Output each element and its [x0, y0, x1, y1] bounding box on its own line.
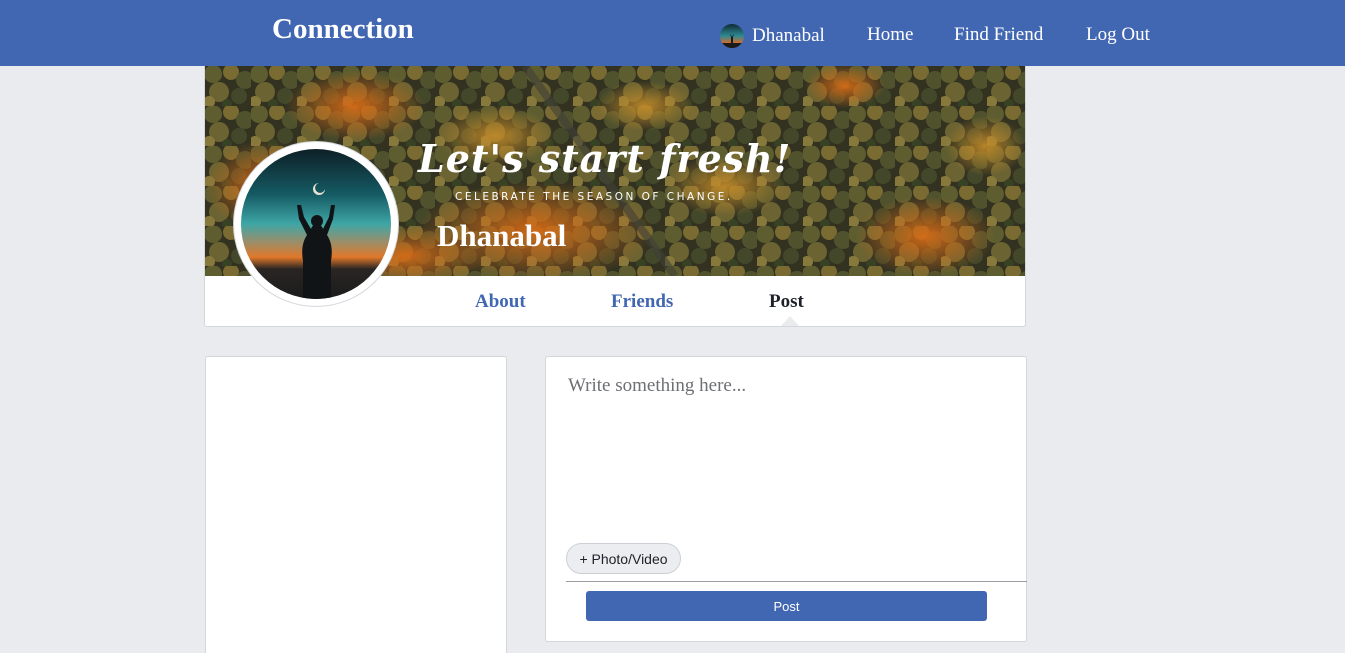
nav-profile-link[interactable]: Dhanabal [720, 24, 825, 48]
tab-about[interactable]: About [475, 291, 526, 313]
tab-friends[interactable]: Friends [611, 291, 673, 313]
cover-title: Let's start fresh! [418, 136, 792, 181]
add-photo-video-button[interactable]: + Photo/Video [566, 543, 681, 574]
nav-find-friend-link[interactable]: Find Friend [954, 24, 1043, 46]
profile-name: Dhanabal [437, 218, 567, 253]
brand-logo[interactable]: Connection [272, 13, 414, 46]
profile-header-card: Let's start fresh! CELEBRATE THE SEASON … [204, 66, 1026, 327]
nav-logout-link[interactable]: Log Out [1086, 24, 1150, 46]
top-navbar: Connection Dhanabal Home Find Friend Log [0, 0, 1345, 66]
left-sidebar-card [205, 356, 507, 653]
cover-subtitle: CELEBRATE THE SEASON OF CHANGE. [455, 191, 733, 203]
nav-user-name: Dhanabal [752, 25, 825, 46]
post-composer: + Photo/Video Post [545, 356, 1027, 642]
post-submit-button[interactable]: Post [586, 591, 987, 621]
user-avatar-icon [720, 24, 744, 48]
tab-post[interactable]: Post [769, 291, 804, 313]
nav-home-link[interactable]: Home [867, 24, 913, 46]
post-text-input[interactable] [568, 375, 1008, 535]
active-tab-indicator [781, 316, 799, 326]
profile-tabs: About Friends Post [205, 276, 1025, 326]
composer-divider [566, 581, 1027, 582]
